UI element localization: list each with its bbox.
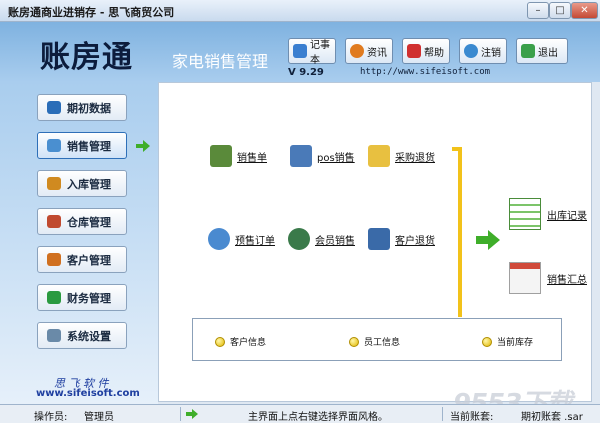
pos-monitor-icon (290, 145, 312, 167)
close-button[interactable]: ✕ (571, 2, 598, 19)
pos-sales-link[interactable]: pos销售 (290, 145, 355, 167)
quick-info-box: 客户信息 员工信息 当前库存 (192, 318, 562, 361)
sales-slip-icon (210, 145, 232, 167)
sidebar-item-finance[interactable]: 财务管理 (37, 284, 127, 311)
sidebar-item-sales[interactable]: 销售管理 (37, 132, 127, 159)
notepad-button-label: 记事本 (310, 40, 330, 66)
help-button-label: 帮助 (424, 47, 444, 59)
period-book-label: 期初账套 .sar (521, 412, 583, 423)
notepad-button[interactable]: 记事本 (288, 38, 336, 66)
purchase-return-label: 采购退货 (395, 152, 435, 164)
sales-slip-link[interactable]: 销售单 (210, 145, 267, 167)
operator-label: 操作员: (34, 412, 68, 423)
sidebar-item-label: 系统设置 (67, 329, 111, 343)
logout-user-icon (464, 44, 478, 58)
current-stock-label: 当前库存 (497, 338, 534, 348)
sidebar-item-label: 入库管理 (67, 177, 111, 191)
customer-info-link[interactable]: 客户信息 (215, 335, 266, 348)
spreadsheet-icon (509, 198, 541, 230)
window-title: 账房通商业进销存 - 思飞商贸公司 (8, 6, 175, 19)
status-bar: 操作员: 管理员 主界面上点右键选择界面风格。 当前账套: 期初账套 .sar (0, 404, 600, 423)
maximize-button[interactable]: □ (549, 2, 571, 19)
operator-value: 管理员 (84, 412, 114, 423)
book-icon (47, 101, 61, 114)
sidebar-item-label: 期初数据 (67, 101, 111, 115)
sidebar-item-label: 客户管理 (67, 253, 111, 267)
logout-button[interactable]: 注销 (459, 38, 507, 64)
notepad-icon (293, 44, 307, 58)
help-button[interactable]: 帮助 (402, 38, 450, 64)
customer-icon (47, 253, 61, 266)
website-url: http://www.sifeisoft.com (360, 67, 491, 77)
exit-icon (521, 44, 535, 58)
customer-return-label: 客户退货 (395, 235, 435, 247)
presale-order-label: 预售订单 (235, 235, 275, 247)
bullet-icon (215, 336, 225, 347)
active-arrow-icon (136, 140, 150, 152)
status-hint: 主界面上点右键选择界面风格。 (248, 412, 388, 423)
sales-summary-label: 销售汇总 (547, 274, 587, 286)
status-divider (442, 407, 443, 421)
folder-return-icon (368, 145, 390, 167)
exit-button[interactable]: 退出 (516, 38, 568, 64)
sidebar-item-settings[interactable]: 系统设置 (37, 322, 127, 349)
title-bar: 账房通商业进销存 - 思飞商贸公司 – □ ✕ (0, 0, 600, 22)
exit-button-label: 退出 (538, 47, 558, 59)
help-icon (407, 44, 421, 58)
presale-order-link[interactable]: 预售订单 (208, 228, 275, 250)
outbound-record-label: 出库记录 (547, 210, 587, 222)
clock-order-icon (208, 228, 230, 250)
outbound-record-link[interactable]: 出库记录 (509, 198, 587, 230)
status-divider (180, 407, 181, 421)
box-icon (47, 177, 61, 190)
news-button[interactable]: 资讯 (345, 38, 393, 64)
news-button-label: 资讯 (367, 47, 387, 59)
sales-summary-link[interactable]: 销售汇总 (509, 262, 587, 294)
bullet-icon (482, 336, 492, 347)
employee-info-label: 员工信息 (364, 338, 401, 348)
sidebar (0, 82, 158, 405)
logout-button-label: 注销 (481, 47, 501, 59)
flow-arrow-icon (476, 230, 500, 250)
sidebar-item-opening-data[interactable]: 期初数据 (37, 94, 127, 121)
module-title: 家电销售管理 (172, 52, 269, 71)
sidebar-item-label: 仓库管理 (67, 215, 111, 229)
settings-icon (47, 329, 61, 342)
customer-info-label: 客户信息 (230, 338, 267, 348)
bullet-icon (349, 336, 359, 347)
pos-sales-label: pos销售 (317, 152, 355, 164)
minimize-button[interactable]: – (527, 2, 549, 19)
warehouse-icon (47, 215, 61, 228)
brand-url[interactable]: www.sifeisoft.com (36, 388, 140, 399)
sidebar-item-label: 财务管理 (67, 291, 111, 305)
sidebar-item-customers[interactable]: 客户管理 (37, 246, 127, 273)
sidebar-item-warehouse[interactable]: 仓库管理 (37, 208, 127, 235)
sidebar-item-label: 销售管理 (67, 139, 111, 153)
report-icon (509, 262, 541, 294)
sales-icon (47, 139, 61, 152)
members-icon (288, 228, 310, 250)
member-sales-label: 会员销售 (315, 235, 355, 247)
status-arrow-icon (186, 409, 198, 419)
header-banner: 账房通 家电销售管理 V 9.29 http://www.sifeisoft.c… (0, 22, 600, 82)
employee-info-link[interactable]: 员工信息 (349, 335, 400, 348)
return-card-icon (368, 228, 390, 250)
globe-icon (350, 44, 364, 58)
connector-line (458, 147, 462, 317)
version-label: V 9.29 (288, 67, 324, 78)
current-stock-link[interactable]: 当前库存 (482, 335, 533, 348)
sidebar-item-inbound[interactable]: 入库管理 (37, 170, 127, 197)
finance-icon (47, 291, 61, 304)
member-sales-link[interactable]: 会员销售 (288, 228, 355, 250)
app-logo: 账房通 (40, 40, 133, 75)
current-book-label: 当前账套: (450, 412, 494, 423)
sales-slip-label: 销售单 (237, 152, 267, 164)
purchase-return-link[interactable]: 采购退货 (368, 145, 435, 167)
customer-return-link[interactable]: 客户退货 (368, 228, 435, 250)
